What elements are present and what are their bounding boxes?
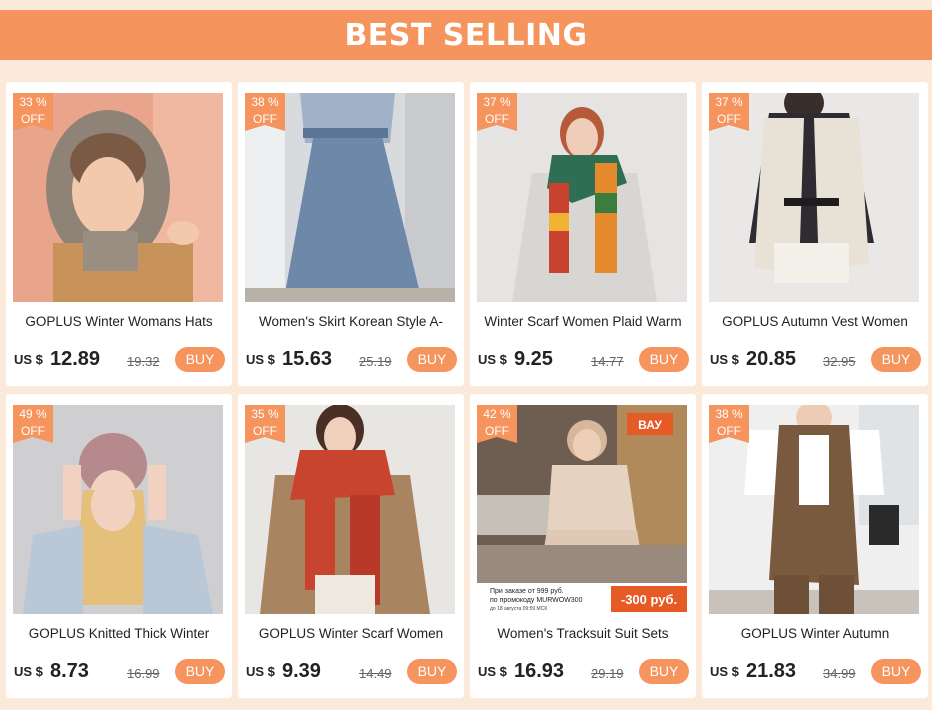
- discount-badge: 38 % OFF: [709, 405, 749, 443]
- product-title[interactable]: GOPLUS Autumn Vest Women: [706, 314, 924, 329]
- currency-label: US $: [14, 664, 43, 679]
- product-card[interactable]: 49 % OFF GOPLUS Knitted Thick Winter US …: [6, 394, 232, 698]
- promo-line-1: При заказе от 999 руб.: [490, 587, 564, 595]
- discount-off-label: OFF: [717, 112, 741, 126]
- product-title[interactable]: GOPLUS Winter Autumn: [706, 626, 924, 641]
- banner-title: BEST SELLING: [344, 17, 588, 53]
- product-photo-hooded-hat[interactable]: 33 % OFF: [13, 93, 223, 302]
- buy-button[interactable]: BUY: [871, 347, 921, 372]
- discount-percent: 35 %: [251, 407, 279, 421]
- best-selling-banner: BEST SELLING: [0, 10, 932, 60]
- original-price: 14.77: [591, 354, 624, 369]
- original-price: 29.19: [591, 666, 624, 681]
- product-price: 21.83: [746, 660, 797, 682]
- discount-percent: 33 %: [19, 95, 47, 109]
- product-price: 9.39: [282, 660, 321, 682]
- discount-badge: 37 % OFF: [709, 93, 749, 131]
- product-title[interactable]: GOPLUS Knitted Thick Winter: [10, 626, 228, 641]
- buy-button[interactable]: BUY: [639, 659, 689, 684]
- discount-badge: 42 % OFF: [477, 405, 517, 443]
- product-photo-vest[interactable]: 37 % OFF: [709, 93, 919, 302]
- product-title[interactable]: Women's Tracksuit Suit Sets: [474, 626, 692, 641]
- product-photo-knitted-hat[interactable]: 49 % OFF: [13, 405, 223, 614]
- product-price: 15.63: [282, 348, 333, 370]
- product-photo-brown-vest[interactable]: 38 % OFF: [709, 405, 919, 614]
- discount-badge: 33 % OFF: [13, 93, 53, 131]
- product-card[interactable]: 37 % OFF GOPLUS Autumn Vest Women US $ 2…: [702, 82, 928, 386]
- promo-discount: -300 руб.: [621, 592, 677, 607]
- original-price: 25.19: [359, 354, 392, 369]
- original-price: 16.99: [127, 666, 160, 681]
- currency-label: US $: [478, 352, 507, 367]
- product-title[interactable]: GOPLUS Winter Womans Hats: [10, 314, 228, 329]
- currency-label: US $: [478, 664, 507, 679]
- currency-label: US $: [710, 664, 739, 679]
- discount-percent: 49 %: [19, 407, 47, 421]
- product-photo-plaid-scarf[interactable]: 37 % OFF: [477, 93, 687, 302]
- product-price: 8.73: [50, 660, 89, 682]
- product-photo-tracksuit[interactable]: ВАУ -300 руб. При заказе от 999 руб. по …: [477, 405, 687, 614]
- original-price: 34.99: [823, 666, 856, 681]
- discount-percent: 38 %: [251, 95, 279, 109]
- discount-percent: 42 %: [483, 407, 511, 421]
- currency-label: US $: [14, 352, 43, 367]
- product-card[interactable]: 38 % OFF GOPLUS Winter Autumn US $ 21.83…: [702, 394, 928, 698]
- product-card[interactable]: 33 % OFF GOPLUS Winter Womans Hats US $ …: [6, 82, 232, 386]
- promo-line-2: по промокоду MURWOW300: [490, 597, 583, 604]
- discount-off-label: OFF: [253, 112, 277, 126]
- discount-off-label: OFF: [253, 424, 277, 438]
- original-price: 19.32: [127, 354, 160, 369]
- discount-off-label: OFF: [21, 112, 45, 126]
- discount-off-label: OFF: [485, 424, 509, 438]
- buy-button[interactable]: BUY: [407, 659, 457, 684]
- discount-off-label: OFF: [485, 112, 509, 126]
- buy-button[interactable]: BUY: [639, 347, 689, 372]
- product-price: 16.93: [514, 660, 565, 682]
- product-photo-skirt[interactable]: 38 % OFF: [245, 93, 455, 302]
- product-title[interactable]: GOPLUS Winter Scarf Women: [242, 626, 460, 641]
- buy-button[interactable]: BUY: [407, 347, 457, 372]
- product-title[interactable]: Winter Scarf Women Plaid Warm: [474, 314, 692, 329]
- discount-badge: 37 % OFF: [477, 93, 517, 131]
- buy-button[interactable]: BUY: [871, 659, 921, 684]
- product-card[interactable]: 37 % OFF Winter Scarf Women Plaid Warm U…: [470, 82, 696, 386]
- product-card[interactable]: 35 % OFF GOPLUS Winter Scarf Women US $ …: [238, 394, 464, 698]
- currency-label: US $: [246, 664, 275, 679]
- buy-button[interactable]: BUY: [175, 347, 225, 372]
- product-title[interactable]: Women's Skirt Korean Style A-: [242, 314, 460, 329]
- original-price: 14.49: [359, 666, 392, 681]
- product-price: 12.89: [50, 348, 101, 370]
- discount-badge: 38 % OFF: [245, 93, 285, 131]
- discount-off-label: OFF: [717, 424, 741, 438]
- promo-sign: ВАУ: [638, 418, 662, 432]
- discount-badge: 49 % OFF: [13, 405, 53, 443]
- product-card[interactable]: ВАУ -300 руб. При заказе от 999 руб. по …: [470, 394, 696, 698]
- original-price: 32.95: [823, 354, 856, 369]
- product-card[interactable]: 38 % OFF Women's Skirt Korean Style A- U…: [238, 82, 464, 386]
- product-price: 9.25: [514, 348, 553, 370]
- discount-off-label: OFF: [21, 424, 45, 438]
- discount-percent: 37 %: [483, 95, 511, 109]
- currency-label: US $: [246, 352, 275, 367]
- discount-badge: 35 % OFF: [245, 405, 285, 443]
- product-price: 20.85: [746, 348, 797, 370]
- currency-label: US $: [710, 352, 739, 367]
- buy-button[interactable]: BUY: [175, 659, 225, 684]
- product-photo-red-scarf[interactable]: 35 % OFF: [245, 405, 455, 614]
- promo-line-3: до 18 августа 09:59 МСК: [490, 606, 547, 612]
- discount-percent: 37 %: [715, 95, 743, 109]
- discount-percent: 38 %: [715, 407, 743, 421]
